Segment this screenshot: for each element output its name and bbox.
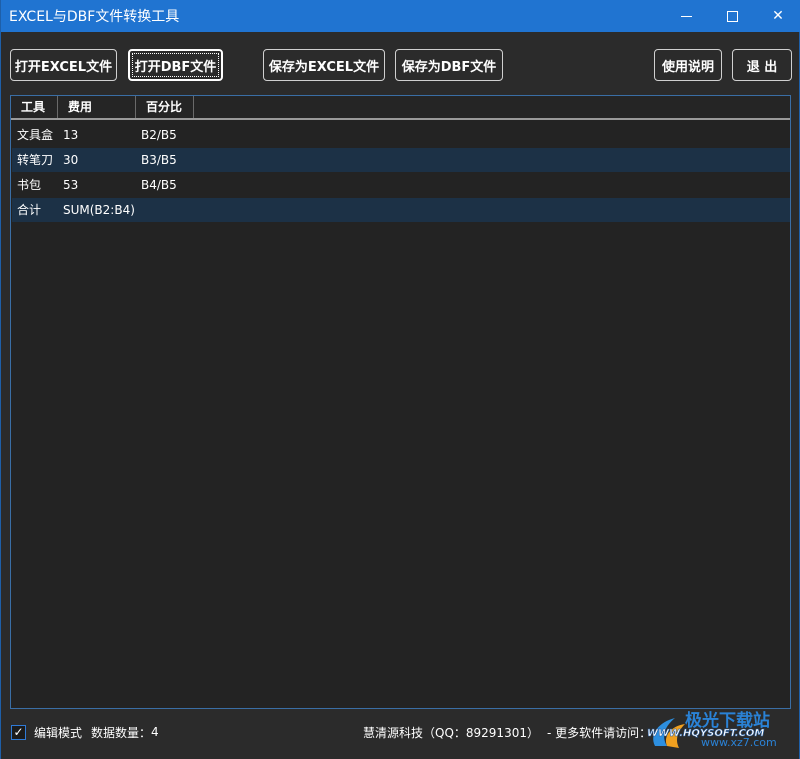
company-text: 慧清源科技（QQ：89291301） bbox=[363, 725, 539, 740]
table-cell[interactable]: B3/B5 bbox=[141, 148, 177, 172]
open-excel-button[interactable]: 打开EXCEL文件 bbox=[10, 49, 117, 81]
minimize-icon bbox=[680, 15, 692, 17]
exit-button[interactable]: 退 出 bbox=[732, 49, 792, 81]
watermark-logo: 极光下载站 WWW.HQYSOFT.COM www.xz7.com bbox=[647, 710, 777, 749]
close-button[interactable]: ✕ bbox=[755, 0, 800, 32]
table-cell[interactable]: 13 bbox=[63, 123, 78, 147]
company-info: 慧清源科技（QQ：89291301） - 更多软件请访问： bbox=[363, 722, 651, 742]
column-header-tool[interactable]: 工具 bbox=[11, 96, 58, 118]
edit-mode-checkbox[interactable]: ✓ bbox=[11, 724, 26, 740]
maximize-icon bbox=[726, 10, 738, 22]
table-cell[interactable]: 53 bbox=[63, 173, 78, 197]
record-count-value: 4 bbox=[151, 725, 159, 739]
data-grid[interactable]: 工具 费用 百分比 文具盒 13 B2/B5 转笔刀 30 B3/B5 书包 5… bbox=[10, 95, 791, 709]
edit-mode-control[interactable]: ✓ 编辑模式 bbox=[11, 722, 82, 742]
table-row[interactable]: 合计 SUM(B2:B4) bbox=[12, 198, 790, 222]
grid-header: 工具 费用 百分比 bbox=[11, 96, 790, 120]
column-header-cost[interactable]: 费用 bbox=[58, 96, 136, 118]
table-cell[interactable]: B4/B5 bbox=[141, 173, 177, 197]
checkmark-icon: ✓ bbox=[13, 724, 24, 739]
watermark-url: www.xz7.com bbox=[701, 736, 777, 749]
close-icon: ✕ bbox=[772, 8, 784, 24]
table-row[interactable]: 转笔刀 30 B3/B5 bbox=[12, 148, 790, 172]
open-dbf-button[interactable]: 打开DBF文件 bbox=[128, 49, 223, 81]
app-window: EXCEL与DBF文件转换工具 ✕ 打开EXCEL文件 打开DBF文件 保存为E… bbox=[0, 0, 800, 759]
edit-mode-label: 编辑模式 bbox=[34, 725, 83, 740]
record-count-label: 数据数量： bbox=[91, 725, 152, 740]
more-software-text: - 更多软件请访问： bbox=[546, 725, 652, 740]
table-cell[interactable]: 书包 bbox=[17, 173, 41, 197]
minimize-button[interactable] bbox=[663, 0, 709, 32]
window-title: EXCEL与DBF文件转换工具 bbox=[9, 9, 180, 25]
title-bar[interactable]: EXCEL与DBF文件转换工具 ✕ bbox=[1, 0, 800, 32]
save-excel-button[interactable]: 保存为EXCEL文件 bbox=[263, 49, 385, 81]
table-cell[interactable]: 转笔刀 bbox=[17, 148, 53, 172]
table-cell[interactable]: SUM(B2:B4) bbox=[63, 198, 135, 222]
save-dbf-button[interactable]: 保存为DBF文件 bbox=[395, 49, 503, 81]
help-button[interactable]: 使用说明 bbox=[654, 49, 722, 81]
table-row[interactable]: 文具盒 13 B2/B5 bbox=[12, 123, 790, 147]
maximize-button[interactable] bbox=[709, 0, 755, 32]
table-cell[interactable]: 文具盒 bbox=[17, 123, 53, 147]
table-cell[interactable]: 合计 bbox=[17, 198, 41, 222]
table-cell[interactable]: B2/B5 bbox=[141, 123, 177, 147]
record-count: 数据数量： 4 bbox=[91, 722, 159, 742]
table-cell[interactable]: 30 bbox=[63, 148, 78, 172]
table-row[interactable]: 书包 53 B4/B5 bbox=[12, 173, 790, 197]
column-header-percent[interactable]: 百分比 bbox=[136, 96, 194, 118]
